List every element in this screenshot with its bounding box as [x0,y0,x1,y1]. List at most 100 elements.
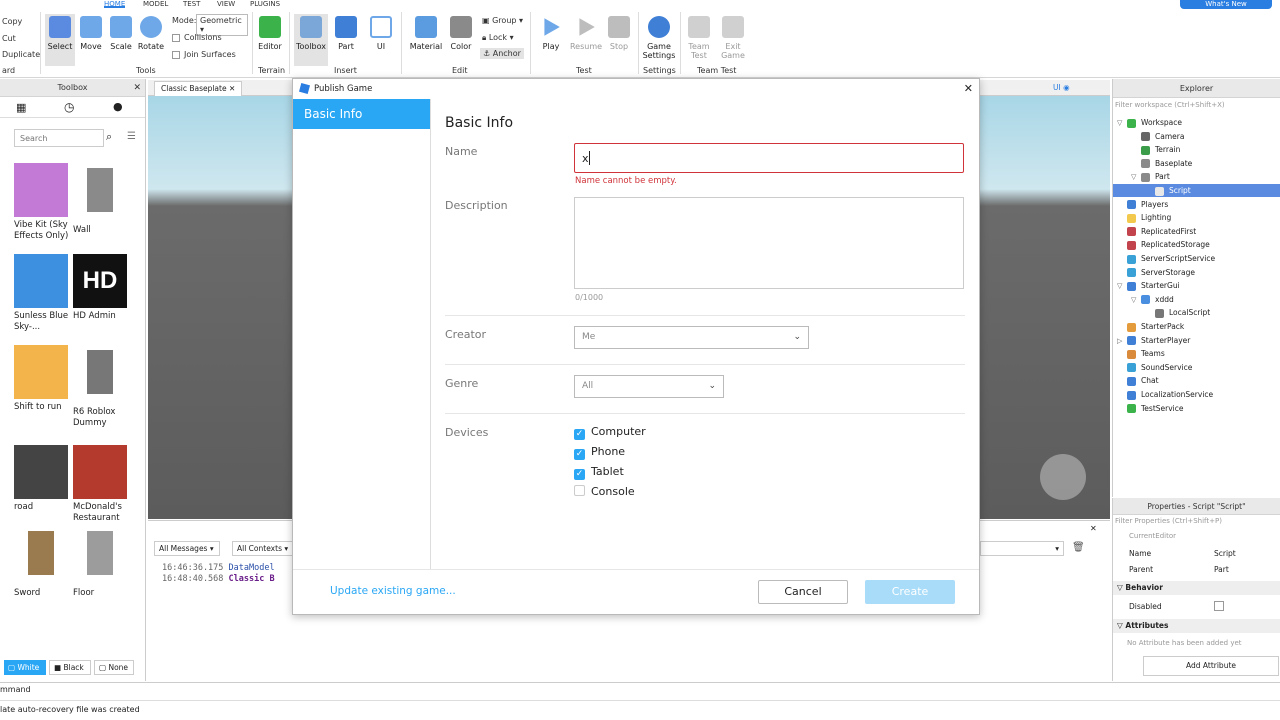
attributes-section[interactable]: ▽ Attributes [1113,619,1280,633]
explorer-item[interactable]: LocalScript [1113,306,1280,319]
ui-button[interactable]: UI [366,14,396,66]
explorer-item[interactable]: ▽ Part [1113,170,1280,183]
close-icon[interactable]: ✕ [229,84,235,93]
exit-game-button[interactable]: Exit Game [718,14,748,66]
checkbox-checked[interactable]: ✓ [574,429,585,440]
explorer-item[interactable]: TestService [1113,402,1280,415]
explorer-item[interactable]: Chat [1113,374,1280,387]
close-icon[interactable]: ✕ [964,79,973,99]
explorer-item[interactable]: LocalizationService [1113,388,1280,401]
toolbox-item[interactable]: Sunless Blue Sky-... [14,254,70,333]
material-button[interactable]: Material [408,14,444,66]
genre-dropdown[interactable]: All ⌄ [574,375,724,398]
explorer-item[interactable]: ReplicatedFirst [1113,225,1280,238]
cut-button[interactable]: Cut [2,34,16,43]
tab-view[interactable]: VIEW [217,0,235,8]
duplicate-button[interactable]: Duplicate [2,50,40,59]
checkbox-checked[interactable]: ✓ [574,449,585,460]
explorer-item[interactable]: ▽ StarterGui [1113,279,1280,292]
scale-tool-button[interactable]: Scale [106,14,136,66]
properties-filter-input[interactable]: Filter Properties (Ctrl+Shift+P) [1115,517,1222,525]
prop-name-value[interactable]: Script [1214,549,1236,558]
team-test-button[interactable]: Team Test [684,14,714,66]
terrain-editor-button[interactable]: Editor [255,14,285,66]
bulb-icon[interactable]: ● [113,100,123,113]
explorer-item[interactable]: ServerStorage [1113,266,1280,279]
explorer-item[interactable]: Lighting [1113,211,1280,224]
behavior-section[interactable]: ▽ Behavior [1113,581,1280,595]
rotate-tool-button[interactable]: Rotate [136,14,166,66]
bg-black-button[interactable]: ■ Black [49,660,91,675]
lock-button[interactable]: 🔒︎ Lock ▾ [482,33,514,43]
tab-model[interactable]: MODEL [143,0,168,8]
bg-white-button[interactable]: ▢ White [4,660,46,675]
part-button[interactable]: Part [331,14,361,66]
collisions-toggle[interactable]: Collisions [172,33,222,42]
close-icon[interactable]: ✕ [1090,524,1097,533]
toolbox-item[interactable]: Wall [73,163,129,236]
group-button[interactable]: ▣ Group ▾ [482,16,523,25]
create-button[interactable]: Create [865,580,955,604]
explorer-item[interactable]: StarterPack [1113,320,1280,333]
cancel-button[interactable]: Cancel [758,580,848,604]
tab-classic-baseplate[interactable]: Classic Baseplate ✕ [154,81,243,96]
explorer-item[interactable]: Teams [1113,347,1280,360]
expand-arrow-icon[interactable]: ▽ [1131,171,1141,184]
join-surfaces-toggle[interactable]: Join Surfaces [172,50,236,59]
device-option[interactable]: Console [574,485,635,498]
move-tool-button[interactable]: Move [76,14,106,66]
explorer-item[interactable]: Baseplate [1113,157,1280,170]
name-field[interactable]: x [574,143,964,173]
game-settings-button[interactable]: Game Settings [641,14,677,66]
whats-new-button[interactable]: What's New [1180,0,1272,9]
toolbox-button[interactable]: Toolbox [294,14,328,66]
toolbox-item[interactable]: Floor [73,526,129,599]
view-selector-icon[interactable] [1040,454,1086,500]
search-input[interactable] [15,130,85,146]
explorer-item[interactable]: Script [1113,184,1280,197]
select-tool-button[interactable]: Select [45,14,75,66]
bg-none-button[interactable]: ▢ None [94,660,134,675]
search-icon[interactable]: ⌕ [106,130,112,144]
name-field-value[interactable]: x [582,152,589,165]
device-option[interactable]: ✓ Tablet [574,465,624,480]
disabled-checkbox[interactable] [1214,601,1224,611]
device-option[interactable]: ✓ Phone [574,445,625,460]
tab-home[interactable]: HOME [104,0,126,8]
copy-button[interactable]: Copy [2,17,22,26]
toolbox-item[interactable]: R6 Roblox Dummy [73,345,129,429]
expand-arrow-icon[interactable]: ▽ [1117,280,1127,293]
expand-arrow-icon[interactable]: ▽ [1131,294,1141,307]
expand-arrow-icon[interactable]: ▽ [1117,117,1127,130]
creator-dropdown[interactable]: Me ⌄ [574,326,809,349]
message-filter-dropdown[interactable]: All Messages ▾ [154,541,220,556]
expand-arrow-icon[interactable]: ▷ [1117,335,1127,348]
toolbox-item[interactable]: HD HD Admin [73,254,129,322]
device-option[interactable]: ✓ Computer [574,425,646,440]
toolbox-search[interactable] [14,129,104,147]
toolbox-item[interactable]: Vibe Kit (Sky Effects Only) [14,163,70,242]
context-filter-dropdown[interactable]: All Contexts ▾ [232,541,294,556]
tab-test[interactable]: TEST [183,0,200,8]
join-surfaces-checkbox[interactable] [172,50,180,59]
explorer-item[interactable]: Terrain [1113,143,1280,156]
explorer-item[interactable]: SoundService [1113,361,1280,374]
play-button[interactable]: Play [536,14,566,66]
explorer-item[interactable]: Players [1113,198,1280,211]
explorer-filter-input[interactable]: Filter workspace (Ctrl+Shift+X) [1115,99,1279,112]
filter-icon[interactable]: ☰ [127,131,136,142]
toolbox-item[interactable]: Shift to run [14,345,70,413]
prop-parent-value[interactable]: Part [1214,565,1229,574]
toolbox-item[interactable]: Sword [14,526,70,599]
update-existing-game-link[interactable]: Update existing game... [330,585,456,597]
explorer-item[interactable]: ▷ StarterPlayer [1113,334,1280,347]
add-attribute-button[interactable]: Add Attribute [1143,656,1279,676]
explorer-item[interactable]: ReplicatedStorage [1113,238,1280,251]
close-icon[interactable]: ✕ [133,79,141,97]
output-search-dropdown[interactable]: ▾ [980,541,1064,556]
stop-button[interactable]: Stop [604,14,634,66]
resume-button[interactable]: Resume [568,14,604,66]
toolbox-item[interactable]: McDonald's Restaurant [73,445,129,524]
explorer-item[interactable]: ServerScriptService [1113,252,1280,265]
description-field[interactable] [574,197,964,289]
